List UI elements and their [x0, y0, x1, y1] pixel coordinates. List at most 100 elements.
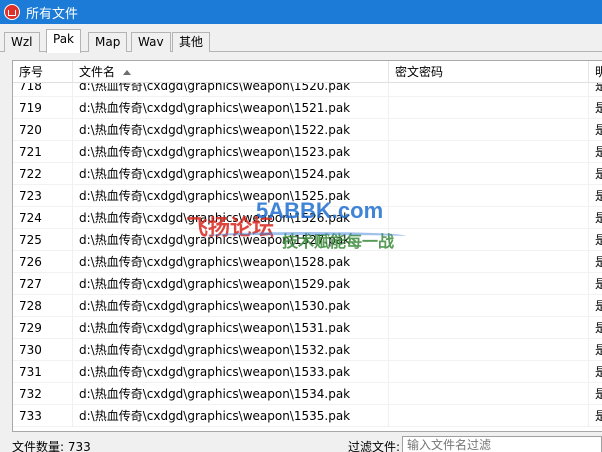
- tab-bar: Wzl Pak Map Wav 其他: [0, 28, 602, 53]
- tab-map[interactable]: Map: [88, 32, 128, 52]
- column-header-filename-label: 文件名: [79, 65, 116, 79]
- row-extra: 是: [589, 185, 602, 207]
- row-index: 722: [13, 163, 73, 185]
- table-row[interactable]: 721 d:\热血传奇\cxdgd\graphics\weapon\1523.pa…: [13, 141, 602, 163]
- row-index: 721: [13, 141, 73, 163]
- row-filename: d:\热血传奇\cxdgd\graphics\weapon\1531.pak: [73, 317, 389, 339]
- row-extra: 是: [589, 405, 602, 427]
- row-password: [389, 229, 589, 251]
- row-filename: d:\热血传奇\cxdgd\graphics\weapon\1523.pak: [73, 141, 389, 163]
- row-password: [389, 361, 589, 383]
- table-row[interactable]: 729 d:\热血传奇\cxdgd\graphics\weapon\1531.pa…: [13, 317, 602, 339]
- table-row[interactable]: 726 d:\热血传奇\cxdgd\graphics\weapon\1528.pa…: [13, 251, 602, 273]
- table-row[interactable]: 723 d:\热血传奇\cxdgd\graphics\weapon\1525.pa…: [13, 185, 602, 207]
- table-row[interactable]: 720 d:\热血传奇\cxdgd\graphics\weapon\1522.pa…: [13, 119, 602, 141]
- tab-other[interactable]: 其他: [172, 32, 211, 52]
- row-index: 719: [13, 97, 73, 119]
- row-password: [389, 383, 589, 405]
- row-extra: 是: [589, 383, 602, 405]
- file-count-label: 文件数量: 733: [12, 440, 91, 452]
- row-password: [389, 273, 589, 295]
- app-icon: [4, 4, 20, 20]
- row-index: 727: [13, 273, 73, 295]
- row-password: [389, 207, 589, 229]
- row-extra: 是: [589, 229, 602, 251]
- row-extra: 是: [589, 163, 602, 185]
- table-row[interactable]: 719 d:\热血传奇\cxdgd\graphics\weapon\1521.pa…: [13, 97, 602, 119]
- column-header-password-label: 密文密码: [395, 65, 444, 79]
- status-bar: 文件数量: 733 过滤文件:: [0, 436, 602, 452]
- row-index: 729: [13, 317, 73, 339]
- row-filename: d:\热血传奇\cxdgd\graphics\weapon\1535.pak: [73, 405, 389, 427]
- row-index: 724: [13, 207, 73, 229]
- table-row[interactable]: 730 d:\热血传奇\cxdgd\graphics\weapon\1532.pa…: [13, 339, 602, 361]
- row-index: 728: [13, 295, 73, 317]
- row-filename: d:\热血传奇\cxdgd\graphics\weapon\1522.pak: [73, 119, 389, 141]
- table-row[interactable]: 727 d:\热血传奇\cxdgd\graphics\weapon\1529.pa…: [13, 273, 602, 295]
- row-extra: 是: [589, 295, 602, 317]
- table-row[interactable]: 731 d:\热血传奇\cxdgd\graphics\weapon\1533.pa…: [13, 361, 602, 383]
- row-extra: 是: [589, 273, 602, 295]
- row-filename: d:\热血传奇\cxdgd\graphics\weapon\1524.pak: [73, 163, 389, 185]
- row-filename: d:\热血传奇\cxdgd\graphics\weapon\1533.pak: [73, 361, 389, 383]
- row-extra: 是: [589, 361, 602, 383]
- row-index: 725: [13, 229, 73, 251]
- row-password: [389, 295, 589, 317]
- row-index: 731: [13, 361, 73, 383]
- row-index: 726: [13, 251, 73, 273]
- row-password: [389, 97, 589, 119]
- title-bar: 所有文件: [0, 0, 602, 24]
- tab-wav[interactable]: Wav: [131, 32, 171, 52]
- row-filename: d:\热血传奇\cxdgd\graphics\weapon\1534.pak: [73, 383, 389, 405]
- row-filename: d:\热血传奇\cxdgd\graphics\weapon\1525.pak: [73, 185, 389, 207]
- row-extra: 是: [589, 251, 602, 273]
- file-list[interactable]: 718 d:\热血传奇\cxdgd\graphics\weapon\1520.pa…: [12, 60, 602, 432]
- row-password: [389, 251, 589, 273]
- list-header: 序号 文件名 密文密码 明: [13, 61, 602, 83]
- row-password: [389, 405, 589, 427]
- row-filename: d:\热血传奇\cxdgd\graphics\weapon\1530.pak: [73, 295, 389, 317]
- row-extra: 是: [589, 119, 602, 141]
- row-index: 720: [13, 119, 73, 141]
- row-extra: 是: [589, 141, 602, 163]
- row-password: [389, 141, 589, 163]
- column-header-index[interactable]: 序号: [13, 61, 73, 83]
- column-header-password[interactable]: 密文密码: [389, 61, 589, 83]
- table-row[interactable]: 733 d:\热血传奇\cxdgd\graphics\weapon\1535.pa…: [13, 405, 602, 427]
- row-filename: d:\热血传奇\cxdgd\graphics\weapon\1527.pak: [73, 229, 389, 251]
- filter-label: 过滤文件:: [348, 440, 401, 452]
- row-password: [389, 163, 589, 185]
- row-extra: 是: [589, 339, 602, 361]
- table-row[interactable]: 725 d:\热血传奇\cxdgd\graphics\weapon\1527.pa…: [13, 229, 602, 251]
- column-header-filename[interactable]: 文件名: [73, 61, 389, 83]
- row-filename: d:\热血传奇\cxdgd\graphics\weapon\1521.pak: [73, 97, 389, 119]
- row-filename: d:\热血传奇\cxdgd\graphics\weapon\1529.pak: [73, 273, 389, 295]
- row-password: [389, 339, 589, 361]
- column-header-extra-label: 明: [595, 65, 602, 79]
- column-header-index-label: 序号: [19, 65, 44, 79]
- row-index: 723: [13, 185, 73, 207]
- sort-ascending-icon: [123, 70, 132, 75]
- row-filename: d:\热血传奇\cxdgd\graphics\weapon\1526.pak: [73, 207, 389, 229]
- row-password: [389, 119, 589, 141]
- row-password: [389, 317, 589, 339]
- window-title: 所有文件: [26, 6, 79, 22]
- row-extra: 是: [589, 207, 602, 229]
- row-filename: d:\热血传奇\cxdgd\graphics\weapon\1528.pak: [73, 251, 389, 273]
- table-row[interactable]: 732 d:\热血传奇\cxdgd\graphics\weapon\1534.pa…: [13, 383, 602, 405]
- row-extra: 是: [589, 317, 602, 339]
- row-index: 732: [13, 383, 73, 405]
- file-list-rows: 718 d:\热血传奇\cxdgd\graphics\weapon\1520.pa…: [13, 75, 602, 427]
- column-header-extra[interactable]: 明: [589, 61, 602, 83]
- row-password: [389, 185, 589, 207]
- table-row[interactable]: 724 d:\热血传奇\cxdgd\graphics\weapon\1526.pa…: [13, 207, 602, 229]
- row-index: 733: [13, 405, 73, 427]
- table-row[interactable]: 722 d:\热血传奇\cxdgd\graphics\weapon\1524.pa…: [13, 163, 602, 185]
- row-filename: d:\热血传奇\cxdgd\graphics\weapon\1532.pak: [73, 339, 389, 361]
- row-extra: 是: [589, 97, 602, 119]
- tab-wzl[interactable]: Wzl: [4, 32, 40, 52]
- filter-input[interactable]: [402, 436, 602, 452]
- table-row[interactable]: 728 d:\热血传奇\cxdgd\graphics\weapon\1530.pa…: [13, 295, 602, 317]
- row-index: 730: [13, 339, 73, 361]
- tab-pak[interactable]: Pak: [46, 29, 81, 53]
